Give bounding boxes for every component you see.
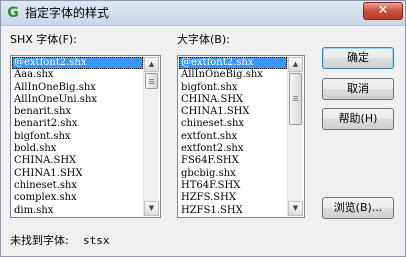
font-list-item[interactable]: bigfont.shx: [12, 131, 143, 143]
cancel-button[interactable]: 取消: [322, 78, 394, 100]
scroll-up-icon[interactable]: ▲: [288, 57, 303, 72]
not-found-font: stsx: [83, 234, 110, 247]
shx-font-label: SHX 字体(F):: [10, 33, 77, 46]
font-list-item[interactable]: AllInOneUni.shx: [12, 94, 143, 106]
font-list-item[interactable]: gbcbig.shx: [179, 168, 287, 180]
scroll-up-icon[interactable]: ▲: [144, 57, 159, 72]
not-found-label: 未找到字体:: [10, 234, 69, 247]
font-list-item[interactable]: bold.shx: [12, 143, 143, 155]
big-font-scrollbar[interactable]: ▲ ▼: [287, 57, 303, 216]
title-bar[interactable]: G 指定字体的样式 ✕: [1, 1, 405, 26]
shx-font-items: @extfont2.shx Aaa.shx AllInOneBig.shx AllIn…: [12, 57, 143, 216]
big-font-items: @extfont2.shx AllInOneBig.shx bigfont.shx C…: [179, 57, 287, 216]
font-list-item[interactable]: CHINA1.SHX: [179, 106, 287, 118]
font-list-item[interactable]: complex.shx: [12, 192, 143, 204]
font-list-item[interactable]: bigfont.shx: [179, 82, 287, 94]
font-list-item[interactable]: @extfont2.shx: [179, 57, 287, 70]
font-list-item[interactable]: chineset.shx: [12, 180, 143, 192]
big-font-list[interactable]: @extfont2.shx AllInOneBig.shx bigfont.shx C…: [177, 55, 305, 218]
font-list-item[interactable]: Aaa.shx: [12, 69, 143, 81]
font-list-item[interactable]: CHINA1.SHX: [12, 168, 143, 180]
font-list-item[interactable]: AllInOneBig.shx: [12, 82, 143, 94]
big-font-label: 大字体(B):: [177, 33, 230, 46]
font-list-item[interactable]: CHINA.SHX: [179, 94, 287, 106]
font-list-item[interactable]: HZFS1.SHX: [179, 205, 287, 217]
font-list-item[interactable]: FS64F.SHX: [179, 155, 287, 167]
font-list-item[interactable]: benarit2.shx: [12, 118, 143, 130]
font-list-item[interactable]: benarit.shx: [12, 106, 143, 118]
help-button[interactable]: 帮助(H): [322, 108, 394, 130]
app-icon: G: [7, 5, 19, 21]
font-style-dialog: G 指定字体的样式 ✕ SHX 字体(F): @extfont2.shx Aaa.…: [0, 0, 406, 257]
font-list-item[interactable]: HT64F.SHX: [179, 180, 287, 192]
font-list-item[interactable]: HZFS.SHX: [179, 192, 287, 204]
scroll-down-icon[interactable]: ▼: [288, 201, 303, 216]
font-list-item[interactable]: dim.shx: [12, 205, 143, 217]
font-list-item[interactable]: @extfont2.shx: [12, 57, 143, 70]
browse-button[interactable]: 浏览(B)...: [322, 197, 394, 219]
shx-font-list[interactable]: @extfont2.shx Aaa.shx AllInOneBig.shx AllIn…: [10, 55, 161, 218]
shx-font-scrollbar[interactable]: ▲ ▼: [143, 57, 159, 216]
scroll-down-icon[interactable]: ▼: [144, 201, 159, 216]
scroll-thumb[interactable]: [289, 73, 302, 125]
font-list-item[interactable]: extfont.shx: [179, 131, 287, 143]
close-button[interactable]: ✕: [363, 2, 403, 20]
font-list-item[interactable]: extfont2.shx: [179, 143, 287, 155]
close-icon: ✕: [377, 3, 389, 18]
ok-button[interactable]: 确定: [322, 47, 394, 69]
dialog-title: 指定字体的样式: [25, 6, 110, 20]
font-list-item[interactable]: chineset.shx: [179, 118, 287, 130]
font-list-item[interactable]: CHINA.SHX: [12, 155, 143, 167]
scroll-thumb[interactable]: [145, 73, 158, 89]
font-list-item[interactable]: AllInOneBig.shx: [179, 69, 287, 81]
